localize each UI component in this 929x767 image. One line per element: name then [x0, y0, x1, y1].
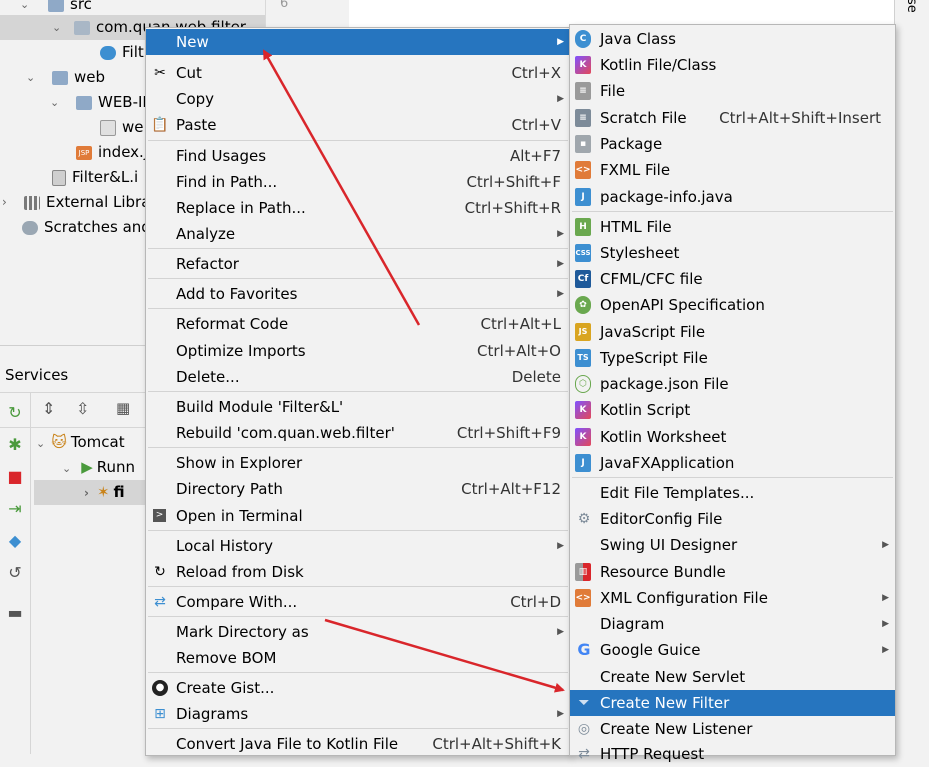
annotation-overlay [262, 49, 565, 693]
annotation-arrow-to-new [262, 49, 421, 326]
annotation-arrow-to-create-filter [324, 618, 565, 693]
